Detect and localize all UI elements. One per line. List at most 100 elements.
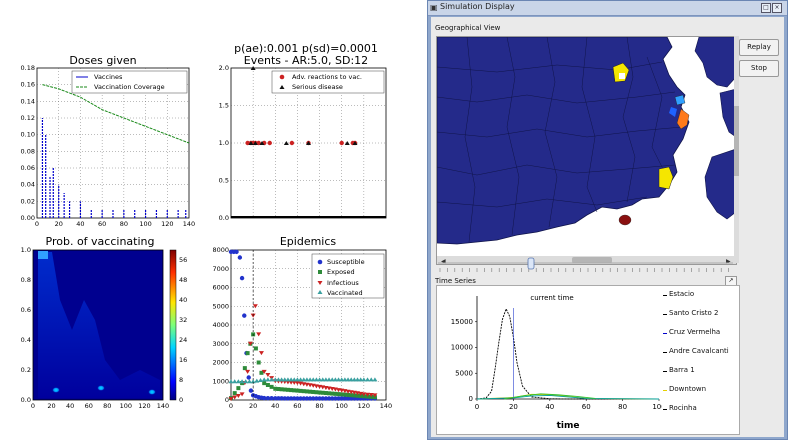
epi-x-tick-label: 100 [336,402,348,410]
epidemics-xticks: 0 20 40 60 80 100 120 140 [229,402,392,410]
window-maximize-icon[interactable]: □ [761,3,771,13]
epi-x-tick-label: 140 [380,402,392,410]
prob-x-tick-label: 40 [66,402,74,410]
epi-y-tick-label: 6000 [212,284,229,292]
epi-y-tick-label: 3000 [212,340,229,348]
ts-xtick-label: 0 [475,403,479,411]
epidemics-legend: Susceptible Exposed Infectious Vaccinate… [311,253,385,299]
stop-button[interactable]: Stop [739,60,779,77]
epi-x-tick-label: 40 [271,402,279,410]
region-legend-item[interactable]: Estacio [663,290,735,309]
prob-title: Prob. of vaccinating [46,235,155,248]
doses-x-tick-label: 140 [183,220,195,228]
map-vscrollbar-thumb[interactable] [734,106,739,176]
colorbar-tick-label: 0 [179,396,183,404]
doses-yticks: 0.00 0.02 0.04 0.06 0.08 0.10 0.12 0.14 0.16 0.18 [21,64,35,222]
ts-ytick-label: 10000 [451,344,473,352]
epi-legend-susceptible: Susceptible [327,258,365,266]
region-legend-swatch [663,295,667,296]
region-legend-item[interactable]: Cruz Vermelha [663,328,735,347]
window-close-icon[interactable]: × [772,3,782,13]
doses-title: Doses given [69,54,136,67]
epi-y-tick-label: 8000 [212,246,229,254]
doses-x-tick-label: 20 [55,220,63,228]
doses-y-tick-label: 0.14 [21,97,35,105]
epi-y-tick-label: 2000 [212,359,229,367]
region-legend-swatch [663,371,667,372]
doses-chart: Doses given Vaccines Vaccination Coverag… [21,54,196,228]
simulation-display-window: ▣ Simulation Display □ × Geographical Vi… [427,0,788,440]
ts-xtick-label: 40 [545,403,554,411]
doses-xticks: 0 20 40 60 80 100 120 140 [35,220,195,228]
doses-x-tick-label: 0 [35,220,39,228]
prob-x-tick-label: 100 [120,402,132,410]
region-legend-label: Santo Cristo 2 [669,309,719,317]
colorbar-tick-label: 32 [179,316,187,324]
doses-x-tick-label: 60 [98,220,106,228]
region-legend-swatch [663,352,667,353]
ts-title: current time [530,294,573,302]
time-slider[interactable] [436,255,735,275]
time-slider-handle[interactable] [527,257,535,270]
epi-y-tick-label: 5000 [212,302,229,310]
doses-legend: Vaccines Vaccination Coverage [71,70,188,94]
doses-y-tick-label: 0.18 [21,64,35,72]
epi-legend-exposed: Exposed [327,268,355,276]
prob-x-tick-label: 60 [85,402,93,410]
prob-colorbar [169,249,177,401]
prob-hotspot-1 [52,387,60,393]
colorbar-tick-label: 40 [179,296,187,304]
doses-legend-coverage: Vaccination Coverage [94,83,165,91]
region-legend-item[interactable]: Barra 1 [663,366,735,385]
epi-point [236,386,241,391]
prob-chart: Prob. of vaccinating 08162432404856 0.00… [21,235,188,410]
prob-xticks: 0 20 40 60 80 100 120 140 [31,402,169,410]
region-legend-swatch [663,333,667,334]
epi-legend-infectious: Infectious [327,279,359,287]
doses-x-tick-label: 120 [161,220,173,228]
colorbar-tick-label: 24 [179,336,187,344]
region-legend: Estacio Santo Cristo 2 Cruz Vermelha Andre … [663,290,735,423]
epidemics-title: Epidemics [280,235,337,248]
region-legend-item[interactable]: Downtown [663,385,735,404]
doses-y-tick-label: 0.08 [21,147,35,155]
events-legend: Adv. reactions to vac. Serious disease [271,70,385,94]
map-region-cyan [674,94,686,106]
epi-point [256,360,261,365]
region-legend-item[interactable]: Rocinha [663,404,735,423]
prob-y-tick-label: 0.6 [21,306,31,314]
epi-point [253,346,258,351]
event-adverse-point [339,140,344,146]
replay-button[interactable]: Replay [739,39,779,56]
colorbar-tick-label: 48 [179,276,187,284]
epi-x-tick-label: 0 [229,402,233,410]
prob-x-tick-label: 80 [103,402,111,410]
events-y-tick-label: 0.5 [219,177,229,185]
doses-y-tick-label: 0.02 [21,197,35,205]
region-legend-item[interactable]: Santo Cristo 2 [663,309,735,328]
events-title-line2: Events - AR:5.0, SD:12 [244,54,368,67]
prob-hotspot-3 [148,389,156,395]
doses-y-tick-label: 0.10 [21,131,35,139]
ts-xtick-label: 60 [582,403,591,411]
ts-xtick-label: 80 [618,403,627,411]
window-titlebar[interactable]: ▣ Simulation Display □ × [428,1,787,16]
region-legend-swatch [663,390,667,391]
map-region-darkred [618,214,632,226]
ts-line [476,307,659,400]
region-legend-label: Downtown [669,385,707,393]
doses-x-tick-label: 100 [139,220,151,228]
epidemics-yticks: 010002000300040005000600070008000 [212,246,229,404]
geographical-map[interactable]: ◀ ▶ [436,36,737,265]
epi-point [232,391,237,396]
map-canvas[interactable]: ◀ ▶ [437,37,736,264]
colorbar-tick-label: 56 [179,256,187,264]
epi-legend-vaccinated: Vaccinated [327,289,363,297]
region-legend-item[interactable]: Andre Cavalcanti [663,347,735,366]
prob-y-tick-label: 0.2 [21,366,31,374]
events-yticks: 0.0 0.5 1.0 1.5 2.0 [219,64,229,222]
events-legend-sd: Serious disease [292,83,343,91]
prob-hotspot-2 [97,385,105,391]
region-legend-label: Rocinha [669,404,697,412]
prob-y-tick-label: 1.0 [21,246,31,254]
